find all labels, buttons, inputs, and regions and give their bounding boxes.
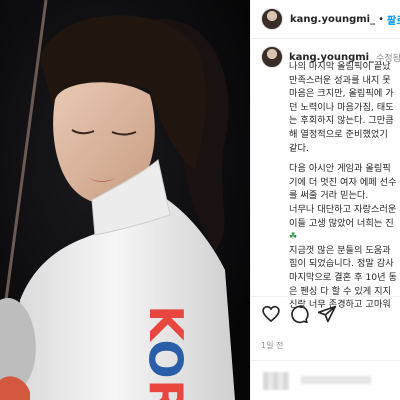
caption-line: 를 써줄 거라 믿는다. [289, 190, 369, 202]
caption-text: 나의 마지막 올림픽이 끝났 만족스러운 성과를 내지 못 마음은 크지만, 올… [289, 60, 400, 312]
post-header: kang.youngmi_ • 팔로우 [251, 0, 400, 39]
post-panel: kang.youngmi_ • 팔로우 kang.youngmi_ 수정됨 • … [250, 0, 400, 400]
jersey-letter: O [138, 339, 193, 379]
caption-line: 마음은 크지만, 올림픽에 가 [289, 88, 394, 100]
avatar[interactable] [261, 46, 283, 68]
caption-line: 기에 더 멋진 여자 에페 선수 [289, 176, 397, 188]
jersey-letter: K [138, 305, 193, 341]
comment-icon[interactable] [289, 304, 309, 324]
blurred-content [263, 372, 289, 390]
follow-button[interactable]: 팔로우 [387, 12, 400, 27]
heart-icon[interactable] [261, 304, 281, 324]
caption-line: 는 후회하지 않는다. 그만큼 [289, 115, 394, 127]
post-photo: K O R [0, 0, 250, 400]
action-bar [251, 296, 400, 331]
avatar[interactable] [261, 8, 283, 30]
blurred-content [301, 376, 371, 384]
share-icon[interactable] [317, 304, 337, 324]
caption-line: 나의 마지막 올림픽이 끝났 [289, 61, 391, 72]
jersey-letter: R [138, 379, 193, 400]
caption-line: 같다. [289, 142, 309, 154]
caption-line: 마지막으로 결혼 후 10년 동 [289, 271, 397, 283]
caption-line: 다음 아시안 게임과 올림픽 [289, 163, 391, 175]
caption-line: 너무나 대단하고 자랑스러운 [289, 203, 397, 215]
caption-line: 힘이 되었습니다. 정말 감사 [289, 258, 394, 270]
username-link[interactable]: kang.youngmi_ [290, 14, 375, 25]
fencer-illustration [0, 0, 250, 400]
caption-line: 지금껏 많은 분들의 도움과 [289, 244, 391, 256]
caption-line: 이들 고생 많았어 너희는 진 [289, 217, 394, 229]
caption-line: 해 열정적으로 준비했었기 [289, 128, 388, 140]
separator-dot: • [378, 13, 385, 25]
clover-emoji: ☘ [289, 231, 298, 243]
caption-line: 만족스러운 성과를 내지 못 [289, 74, 391, 86]
divider [251, 360, 400, 361]
post-timestamp[interactable]: 1일 전 [261, 340, 283, 351]
caption-line: 던 노력이나 마음가짐, 태도 [289, 101, 394, 113]
